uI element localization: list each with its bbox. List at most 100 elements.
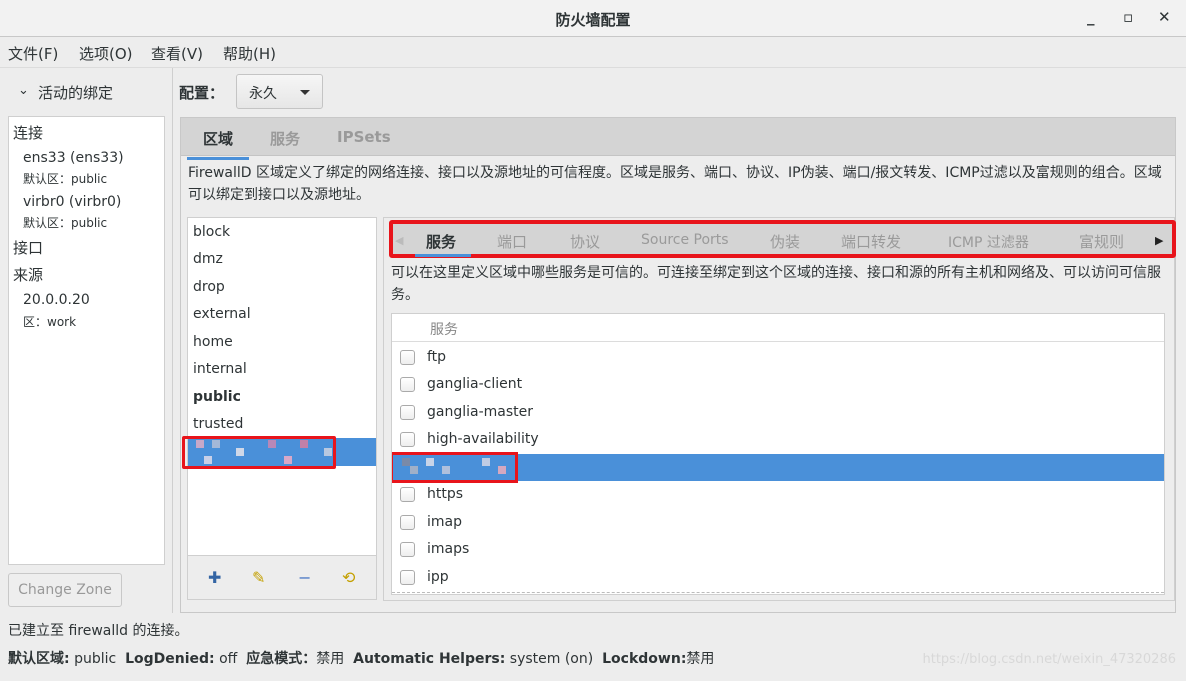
tab-zones[interactable]: 区域 [186,128,250,160]
source-name[interactable]: 20.0.0.20 [23,292,90,308]
service-name: ipp [427,569,449,585]
menu-file[interactable]: 文件(F) [8,43,58,64]
menu-options[interactable]: 选项(O) [79,43,133,64]
menu-bar: 文件(F) 选项(O) 查看(V) 帮助(H) [0,38,1186,68]
zone-item[interactable]: home [193,329,233,356]
title-bar: 防火墙配置 _ ▫ ✕ [0,0,1186,37]
connection-status: 已建立至 firewalld 的连接。 [8,623,189,639]
service-name: ftp [427,349,447,365]
chevron-down-icon[interactable]: ⌄ [18,83,29,98]
highlight-box [392,452,518,483]
connection-name[interactable]: virbr0 (virbr0) [23,194,121,210]
active-bindings-header[interactable]: 活动的绑定 [38,82,113,103]
tab-protocols[interactable]: 协议 [570,231,600,252]
tab-source-ports[interactable]: Source Ports [641,232,729,248]
scroll-right-icon[interactable]: ▶ [1155,234,1163,247]
sources-label: 来源 [13,266,44,284]
zone-toolbar: ✚ ✎ − ⟲ [187,556,377,600]
service-name: imap [427,514,462,530]
connection-zone: 默认区：public [23,216,108,230]
load-defaults-icon[interactable]: ⟲ [342,568,355,587]
service-row[interactable]: imap [392,509,1164,536]
default-zone-label: 默认区域: [8,651,70,667]
service-checkbox[interactable] [400,432,415,447]
menu-view[interactable]: 查看(V) [151,43,203,64]
dropdown-arrow-icon [300,90,310,95]
connections-label: 连接 [13,124,44,142]
change-zone-button[interactable]: Change Zone [8,573,122,607]
service-checkbox[interactable] [400,570,415,585]
pane-divider[interactable] [172,68,173,613]
interfaces-label: 接口 [13,239,44,257]
services-table: 服务 ftp ganglia-client ganglia-master hig… [391,313,1165,595]
logdenied-value: off [219,651,238,667]
edit-zone-icon[interactable]: ✎ [252,568,265,587]
service-row[interactable]: ftp [392,344,1164,371]
helpers-label: Automatic Helpers: [353,651,506,667]
zone-item[interactable]: block [193,219,230,246]
highlight-box [182,436,336,469]
panic-label: 应急模式： [246,651,317,667]
maximize-button[interactable]: ▫ [1123,8,1133,26]
zone-settings-tabs: ◀ 服务 端口 协议 Source Ports 伪装 端口转发 ICMP 过滤器… [389,220,1176,258]
minimize-button[interactable]: _ [1087,8,1095,26]
connection-zone: 默认区：public [23,172,108,186]
add-zone-icon[interactable]: ✚ [208,568,221,587]
main-notebook: 区域 服务 IPSets FirewallD 区域定义了绑定的网络连接、接口以及… [180,117,1176,613]
service-name: ganglia-client [427,376,523,392]
zone-item[interactable]: trusted [193,411,243,438]
lockdown-label: Lockdown: [602,651,687,667]
scroll-left-icon[interactable]: ◀ [395,234,403,247]
zone-item[interactable]: internal [193,356,247,383]
zone-item[interactable]: dmz [193,246,223,273]
connection-name[interactable]: ens33 (ens33) [23,150,124,166]
services-description: 可以在这里定义区域中哪些服务是可信的。可连接至绑定到这个区域的连接、接口和源的所… [391,265,1161,303]
service-name: ganglia-master [427,404,534,420]
logdenied-label: LogDenied: [125,651,215,667]
service-checkbox[interactable] [400,350,415,365]
tab-services[interactable]: 服务 [270,128,300,149]
service-row[interactable]: https [392,481,1164,508]
service-checkbox[interactable] [400,515,415,530]
zone-item-default[interactable]: public [193,384,241,411]
tab-icmp-filter[interactable]: ICMP 过滤器 [948,232,1029,252]
service-checkbox[interactable] [400,377,415,392]
config-label: 配置： [179,84,225,102]
service-row[interactable]: ganglia-master [392,399,1164,426]
tab-port-forwarding[interactable]: 端口转发 [841,231,901,252]
tab-ipsets[interactable]: IPSets [337,128,391,146]
column-header-label: 服务 [430,322,458,338]
active-tab-indicator [415,254,471,257]
close-button[interactable]: ✕ [1158,8,1171,26]
zone-list[interactable]: block dmz drop external home internal pu… [182,217,377,556]
menu-help[interactable]: 帮助(H) [223,43,276,64]
remove-zone-icon[interactable]: − [298,568,311,587]
service-row[interactable]: high-availability [392,426,1164,453]
service-row[interactable]: imaps [392,536,1164,563]
service-checkbox[interactable] [400,405,415,420]
service-checkbox[interactable] [400,542,415,557]
active-bindings-list: 连接 ens33 (ens33) 默认区：public virbr0 (virb… [8,116,165,565]
zone-description: FirewallD 区域定义了绑定的网络连接、接口以及源地址的可信程度。区域是服… [188,165,1162,203]
tab-services[interactable]: 服务 [426,231,456,252]
config-value: 永久 [249,86,277,102]
services-column-header[interactable]: 服务 [392,314,1164,342]
service-checkbox[interactable] [400,487,415,502]
tab-rich-rules[interactable]: 富规则 [1079,231,1124,252]
watermark: https://blog.csdn.net/weixin_47320286 [922,652,1176,667]
config-select[interactable]: 永久 [236,74,323,109]
zone-item[interactable]: external [193,301,251,328]
service-row[interactable]: ipp [392,564,1164,591]
zone-item[interactable]: drop [193,274,225,301]
panic-value: 禁用 [316,651,345,667]
tab-masquerade[interactable]: 伪装 [770,231,800,252]
main-tabs: 区域 服务 IPSets [181,118,1175,160]
source-zone: 区：work [23,315,77,329]
window-title: 防火墙配置 [555,11,631,29]
service-name: https [427,486,464,502]
service-row[interactable]: ganglia-client [392,371,1164,398]
service-row-selected-redacted[interactable] [392,452,1164,483]
tab-ports[interactable]: 端口 [497,231,527,252]
default-zone-value: public [74,651,117,667]
lockdown-value: 禁用 [686,651,715,667]
